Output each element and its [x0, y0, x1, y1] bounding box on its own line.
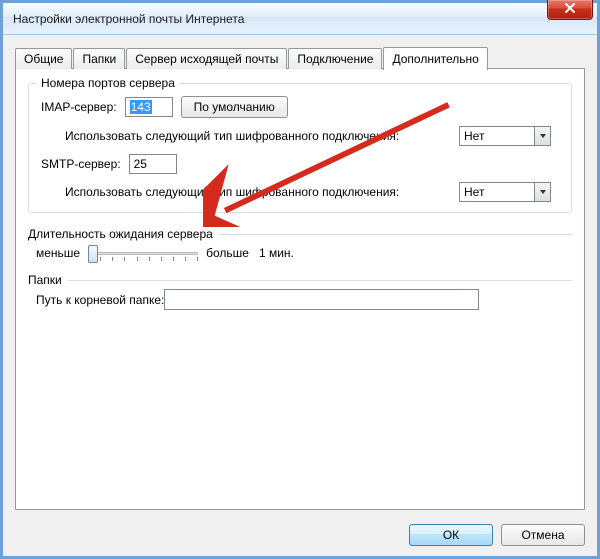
tab-general[interactable]: Общие	[15, 48, 72, 69]
close-button[interactable]	[547, 0, 593, 20]
imap-encryption-label: Использовать следующий тип шифрованного …	[65, 129, 451, 143]
chevron-down-icon	[534, 127, 550, 145]
timeout-slider[interactable]	[88, 243, 198, 263]
smtp-encryption-value: Нет	[464, 185, 484, 199]
close-icon	[564, 2, 576, 17]
imap-label: IMAP-сервер:	[41, 100, 117, 114]
group-server-ports: Номера портов сервера IMAP-сервер: 143 П…	[28, 83, 572, 213]
timeout-slider-thumb[interactable]	[88, 245, 98, 263]
ok-button[interactable]: ОК	[409, 524, 493, 546]
group-folders: Папки Путь к корневой папке:	[28, 273, 572, 310]
group-folders-legend: Папки	[28, 273, 62, 287]
tab-connection[interactable]: Подключение	[288, 48, 382, 69]
titlebar: Настройки электронной почты Интернета	[3, 3, 597, 35]
imap-encryption-value: Нет	[464, 129, 484, 143]
tab-folders[interactable]: Папки	[73, 48, 125, 69]
default-ports-button[interactable]: По умолчанию	[181, 96, 288, 118]
group-server-ports-legend: Номера портов сервера	[37, 76, 179, 90]
smtp-encryption-label: Использовать следующий тип шифрованного …	[65, 185, 451, 199]
group-timeout: Длительность ожидания сервера меньше бол…	[28, 227, 572, 263]
smtp-port-input[interactable]	[129, 154, 177, 174]
imap-encryption-select[interactable]: Нет	[459, 126, 551, 146]
window-title: Настройки электронной почты Интернета	[13, 12, 244, 26]
imap-port-selection: 143	[130, 100, 152, 114]
dialog-footer: ОК Отмена	[15, 524, 585, 546]
tabstrip: Общие Папки Сервер исходящей почты Подкл…	[15, 45, 585, 69]
tab-advanced[interactable]: Дополнительно	[383, 47, 487, 70]
smtp-encryption-select[interactable]: Нет	[459, 182, 551, 202]
chevron-down-icon	[534, 183, 550, 201]
dialog-body: Общие Папки Сервер исходящей почты Подкл…	[3, 35, 597, 556]
tabpanel-advanced: Номера портов сервера IMAP-сервер: 143 П…	[15, 68, 585, 510]
root-folder-input[interactable]	[164, 289, 479, 310]
timeout-min-label: меньше	[36, 246, 80, 260]
tab-outgoing[interactable]: Сервер исходящей почты	[126, 48, 287, 69]
root-folder-label: Путь к корневой папке:	[36, 293, 164, 307]
cancel-button[interactable]: Отмена	[501, 524, 585, 546]
smtp-label: SMTP-сервер:	[41, 157, 121, 171]
group-timeout-legend: Длительность ожидания сервера	[28, 227, 213, 241]
timeout-value: 1 мин.	[259, 246, 294, 260]
timeout-max-label: больше	[206, 246, 249, 260]
